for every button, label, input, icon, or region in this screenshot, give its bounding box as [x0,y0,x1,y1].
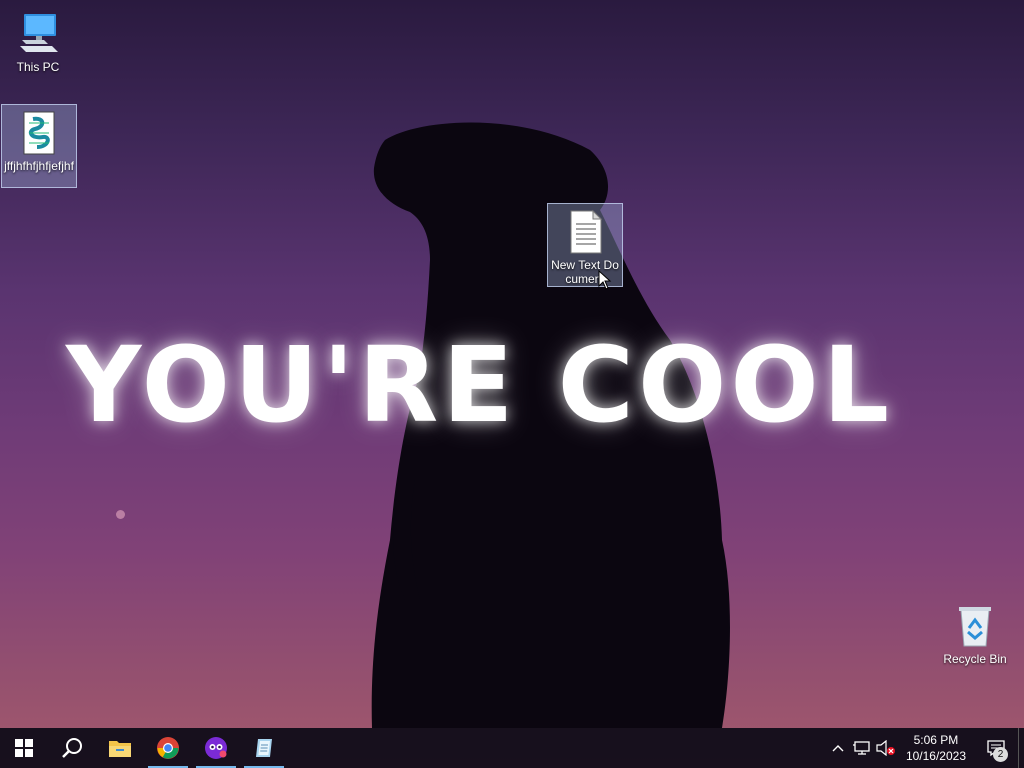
volume-muted-icon [876,740,895,756]
script-file-desktop-icon[interactable]: jffjhfhfjhfjefjhf [1,104,77,188]
system-tray: 5:06 PM 10/16/2023 2 [826,728,1024,768]
script-file-icon [23,111,55,155]
wallpaper-moon-dot [116,510,125,519]
chrome-icon [157,737,179,759]
search-icon [62,738,82,758]
notepad-icon [256,739,272,757]
mouse-cursor-icon [598,270,612,290]
file-explorer-icon [109,741,131,757]
notepad-taskbar-button[interactable] [240,728,288,768]
volume-tray-button[interactable] [874,728,898,768]
taskbar-clock[interactable]: 5:06 PM 10/16/2023 [898,732,974,764]
script-file-label: jffjhfhfjhfjefjhf [4,159,74,173]
desktop[interactable]: YOU'RE COOL This PC jffjhfhfjhfjefjhf Ne… [0,0,1024,768]
network-icon [852,741,870,755]
this-pc-label: This PC [16,60,60,74]
file-explorer-taskbar-button[interactable] [96,728,144,768]
windows-logo-icon [15,739,33,757]
computer-icon [20,14,58,52]
notification-count-badge: 2 [993,747,1008,762]
network-tray-button[interactable] [850,728,874,768]
search-button[interactable] [48,728,96,768]
start-button[interactable] [0,728,48,768]
app-icon [205,737,227,759]
show-desktop-button[interactable] [1018,728,1024,768]
recycle-bin-icon [959,607,991,647]
wallpaper-silhouette [371,122,730,728]
chrome-taskbar-button[interactable] [144,728,192,768]
show-hidden-icons-button[interactable] [826,728,850,768]
app-taskbar-button[interactable] [192,728,240,768]
recycle-bin-desktop-icon[interactable]: Recycle Bin [937,598,1013,670]
text-document-icon [570,209,603,254]
this-pc-desktop-icon[interactable]: This PC [0,6,76,76]
taskbar: 5:06 PM 10/16/2023 2 [0,728,1024,768]
clock-time: 5:06 PM [913,733,959,747]
clock-date: 10/16/2023 [905,749,966,763]
chevron-up-icon [832,745,844,752]
recycle-bin-label: Recycle Bin [943,652,1007,666]
action-center-button[interactable]: 2 [974,728,1018,768]
